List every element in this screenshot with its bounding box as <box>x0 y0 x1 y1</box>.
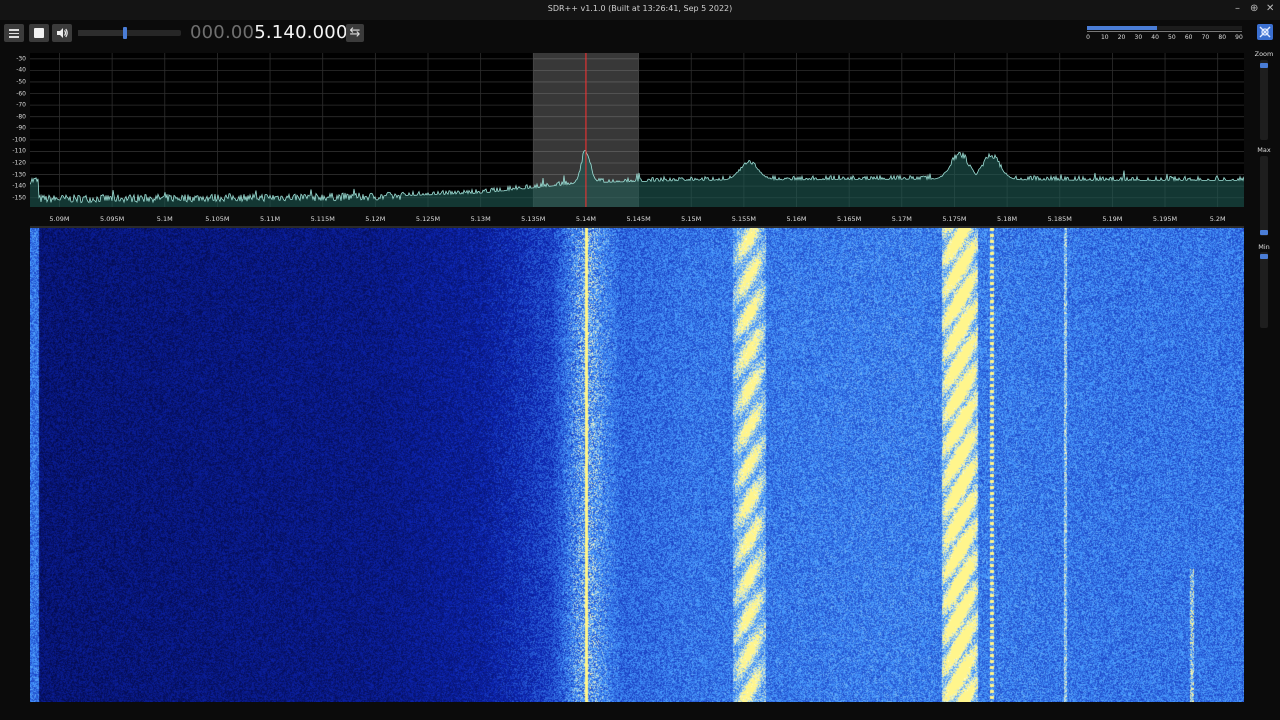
volume-slider-fill <box>78 30 126 36</box>
play-stop-button[interactable] <box>29 24 49 42</box>
fft-x-tick-label: 5.115M <box>310 215 335 223</box>
fft-y-tick-label: -80 <box>16 113 26 121</box>
fft-x-tick-label: 5.18M <box>997 215 1018 223</box>
fft-y-tick-label: -120 <box>12 159 26 167</box>
fft-x-tick-label: 5.105M <box>205 215 230 223</box>
snr-tick-label: 20 <box>1117 34 1126 41</box>
zoom-label: Zoom <box>1254 50 1274 58</box>
stop-icon <box>34 28 44 38</box>
frequency-leading-digits[interactable]: 000.00 <box>190 22 254 43</box>
close-button[interactable]: ✕ <box>1266 3 1274 15</box>
fft-x-tick-label: 5.095M <box>100 215 125 223</box>
min-slider-handle[interactable] <box>1260 254 1268 260</box>
snr-tick-label: 80 <box>1218 34 1227 41</box>
frequency-active-digits[interactable]: 5.140.000 <box>254 22 347 43</box>
max-slider-handle[interactable] <box>1260 229 1268 235</box>
fft-y-tick-label: -140 <box>12 182 26 190</box>
snr-tick-label: 50 <box>1168 34 1176 41</box>
fft-y-tick-label: -40 <box>16 66 26 74</box>
fft-x-tick-label: 5.185M <box>1047 215 1072 223</box>
fft-x-tick-label: 5.145M <box>626 215 651 223</box>
fft-y-tick-label: -30 <box>16 55 26 63</box>
status-strip <box>0 702 1280 720</box>
minimize-button[interactable]: – <box>1235 3 1240 15</box>
zoom-slider[interactable] <box>1260 60 1268 140</box>
max-label: Max <box>1257 146 1271 154</box>
zoom-slider-handle[interactable] <box>1260 63 1268 68</box>
window-title: SDR++ v1.1.0 (Built at 13:26:41, Sep 5 2… <box>547 4 733 13</box>
title-bar: SDR++ v1.1.0 (Built at 13:26:41, Sep 5 2… <box>0 0 1280 20</box>
fft-x-tick-label: 5.14M <box>575 215 596 223</box>
fft-x-tick-label: 5.195M <box>1152 215 1178 223</box>
speaker-icon <box>57 28 68 38</box>
fft-x-tick-label: 5.15M <box>681 215 702 223</box>
fft-x-tick-label: 5.165M <box>837 215 862 223</box>
settings-icon <box>1259 26 1271 38</box>
fft-y-tick-label: -130 <box>12 171 26 179</box>
fft-x-tick-label: 5.175M <box>942 215 967 223</box>
snr-tick-label: 10 <box>1100 34 1109 41</box>
fft-x-tick-label: 5.12M <box>365 215 386 223</box>
snr-meter-fill <box>1087 26 1157 30</box>
snr-tick-label: 60 <box>1184 34 1193 41</box>
menu-button[interactable] <box>4 24 24 42</box>
volume-slider[interactable] <box>78 27 181 39</box>
fft-x-tick-label: 5.19M <box>1102 215 1123 223</box>
fft-x-tick-label: 5.155M <box>731 215 756 223</box>
fft-x-tick-label: 5.09M <box>49 215 70 223</box>
volume-slider-handle[interactable] <box>123 27 128 39</box>
fft-y-tick-label: -100 <box>12 136 26 144</box>
settings-button[interactable] <box>1257 24 1273 40</box>
snr-tick-label: 30 <box>1134 34 1143 41</box>
fft-x-tick-label: 5.125M <box>415 215 441 223</box>
snr-tick-label: 90 <box>1235 34 1243 41</box>
fft-x-tick-label: 5.11M <box>260 215 281 223</box>
fft-y-tick-label: -60 <box>16 90 26 98</box>
fft-x-tick-label: 5.2M <box>1209 215 1226 223</box>
fft-x-tick-label: 5.135M <box>521 215 546 223</box>
fft-y-tick-label: -70 <box>16 101 26 109</box>
fft-x-tick-label: 5.16M <box>786 215 807 223</box>
maximize-button[interactable]: ⊕ <box>1250 3 1258 15</box>
mute-button[interactable] <box>52 24 72 42</box>
min-slider[interactable] <box>1260 252 1268 328</box>
fft-y-tick-label: -150 <box>12 194 26 202</box>
snr-tick-label: 0 <box>1086 34 1090 41</box>
swap-frequency-button[interactable]: ⇆ <box>346 24 364 42</box>
fft-y-tick-label: -90 <box>16 124 26 132</box>
snr-tick-label: 40 <box>1151 34 1159 41</box>
fft-spectrum-chart[interactable] <box>30 53 1244 207</box>
snr-tick-label: 70 <box>1201 34 1210 41</box>
fft-y-tick-label: -110 <box>12 147 26 155</box>
fft-y-tick-label: -50 <box>16 78 26 86</box>
fft-x-tick-label: 5.17M <box>891 215 912 223</box>
frequency-display[interactable]: 000.005.140.000 <box>190 22 348 44</box>
waterfall-display[interactable] <box>30 228 1244 702</box>
fft-x-tick-label: 5.13M <box>470 215 491 223</box>
min-label: Min <box>1258 243 1270 251</box>
fft-x-tick-label: 5.1M <box>156 215 173 223</box>
max-slider[interactable] <box>1260 156 1268 236</box>
